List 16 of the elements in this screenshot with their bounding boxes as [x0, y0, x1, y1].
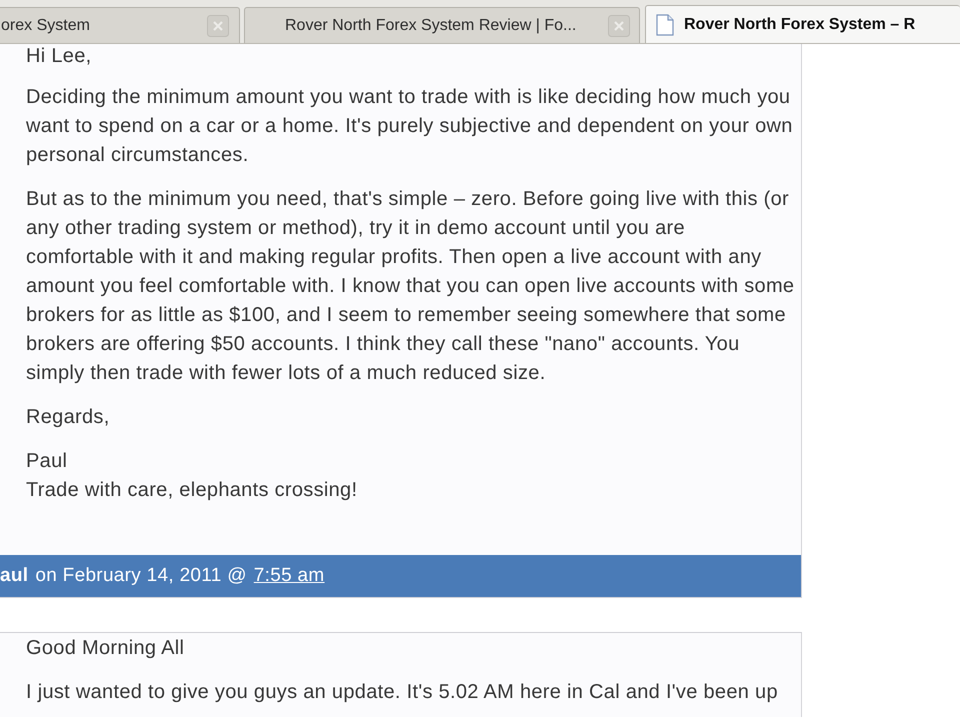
- close-icon[interactable]: [207, 14, 229, 36]
- author-name: aul: [0, 565, 28, 587]
- browser-tab[interactable]: orex System: [0, 7, 240, 43]
- close-icon[interactable]: [608, 14, 630, 36]
- document-icon: [656, 14, 674, 36]
- comment-text: Paul Trade with care, elephants crossing!: [26, 449, 358, 503]
- comment-text: Deciding the minimum amount you want to trade with is like deciding how much you want to spend on a car or a home. It's purely subjective and dependent on your own personal circumstances.: [26, 85, 794, 168]
- comment-text: Hi Lee,: [26, 44, 92, 68]
- browser-tab[interactable]: Rover North Forex System – R: [645, 5, 960, 43]
- comment-text: Regards,: [26, 405, 111, 430]
- comment-text: But as to the minimum you need, that's simple – zero. Before going live with this (or any other trading system or method), try it in demo account until you are comfortable with it and making regular profits. Then open a live account with any amount you feel comfortable with. I know that you can open live accounts with some brokers for as little as $100, and I seem to remember seeing somewhere that some brokers are offering $50 accounts. I think they call these "nano" accounts. You simply then trade with fewer lots of a much reduced size.: [26, 187, 796, 386]
- comment-text: I just wanted to give you guys an update. It's 5.02 AM here in Cal and I've been up: [26, 680, 779, 705]
- post-date: on February 14, 2011 @: [35, 565, 247, 587]
- comment-text: Good Morning All: [26, 636, 186, 661]
- time-link[interactable]: 7:55 am: [254, 565, 325, 587]
- browser-tab[interactable]: Rover North Forex System Review | Fo...: [244, 7, 640, 43]
